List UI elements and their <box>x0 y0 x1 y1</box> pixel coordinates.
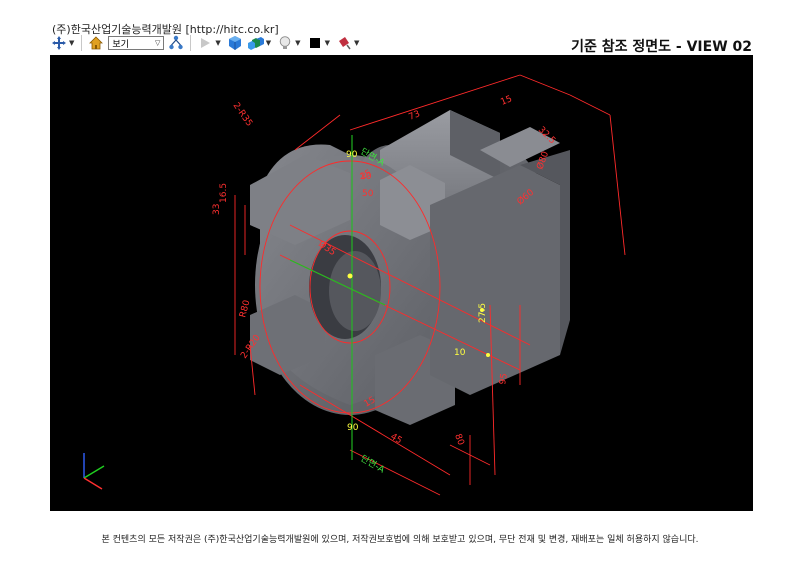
page-title: 기준 참조 정면도 - VIEW 02 <box>571 39 752 55</box>
cubes-icon[interactable] <box>247 34 265 52</box>
play-icon[interactable] <box>196 34 214 52</box>
cube-icon[interactable] <box>226 34 244 52</box>
toolbar-separator <box>190 35 192 51</box>
dim-73: 73 <box>407 109 421 123</box>
color-swatch-icon[interactable] <box>306 34 324 52</box>
dim-15-top: 15 <box>499 94 513 108</box>
axis-triad-icon <box>83 453 105 490</box>
dim-50: 50 <box>362 189 374 199</box>
section-label-bottom: 단면-A <box>359 453 388 476</box>
dim-90-bottom: 90 <box>347 423 359 433</box>
dim-16-5: 16.5 <box>219 183 229 203</box>
lightbulb-dropdown-icon[interactable]: ▼ <box>295 39 300 47</box>
cad-drawing: 2-R35 73 15 32.5 Ø80 Ø60 90 20 15 50 16.… <box>83 74 626 496</box>
move-icon[interactable] <box>50 34 68 52</box>
paint-icon[interactable] <box>335 34 353 52</box>
dim-10: 10 <box>454 348 466 358</box>
chevron-down-icon: ▽ <box>155 39 161 47</box>
dim-2-r35: 2-R35 <box>231 101 254 129</box>
dim-45: 45 <box>389 432 404 446</box>
home-icon[interactable] <box>87 34 105 52</box>
view-select[interactable]: 보기 ▽ <box>108 36 165 50</box>
color-dropdown-icon[interactable]: ▼ <box>325 39 330 47</box>
play-dropdown-icon[interactable]: ▼ <box>215 39 220 47</box>
move-dropdown-icon[interactable]: ▼ <box>69 39 74 47</box>
view-select-value: 보기 <box>112 39 129 50</box>
lightbulb-icon[interactable] <box>276 34 294 52</box>
viewer-toolbar: ▼ 보기 ▽ ▼ ▼ ▼ ▼ ▼ <box>50 33 361 53</box>
hierarchy-icon[interactable] <box>167 34 185 52</box>
dim-80: 80 <box>452 433 465 447</box>
cad-viewport[interactable]: 2-R35 73 15 32.5 Ø80 Ø60 90 20 15 50 16.… <box>50 55 753 511</box>
dim-95: 95 <box>498 373 510 386</box>
dim-90-top: 90 <box>346 150 358 160</box>
paint-dropdown-icon[interactable]: ▼ <box>354 39 359 47</box>
copyright-footer: 본 컨텐츠의 모든 저작권은 (주)한국산업기술능력개발원에 있으며, 저작권보… <box>101 535 699 545</box>
cubes-dropdown-icon[interactable]: ▼ <box>266 39 271 47</box>
dim-27-5: 27.5 <box>478 303 488 323</box>
toolbar-separator <box>81 35 83 51</box>
dim-33: 33 <box>212 204 222 215</box>
